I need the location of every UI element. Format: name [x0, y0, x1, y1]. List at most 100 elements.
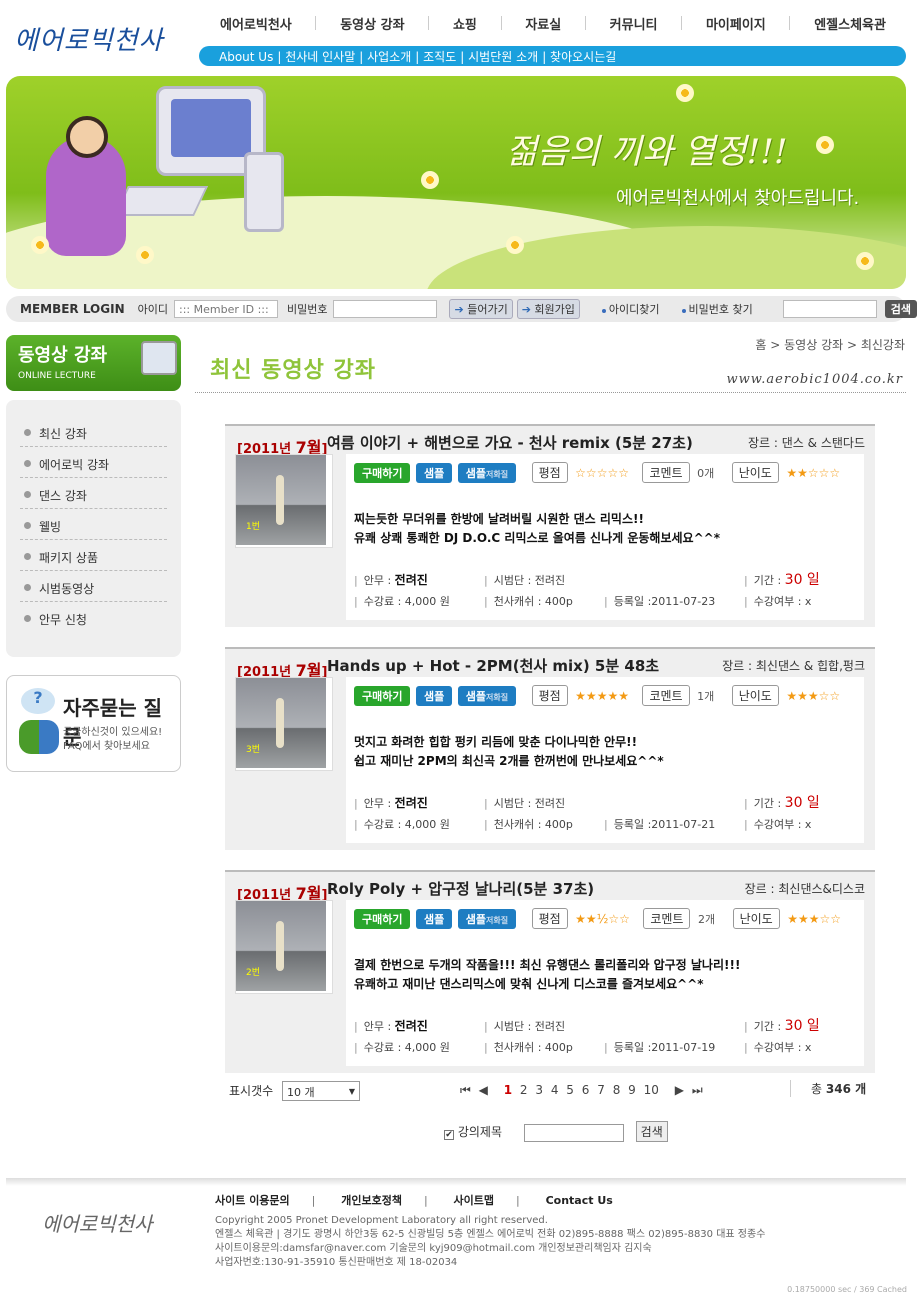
lecture-search-button[interactable]: 검색: [635, 1121, 668, 1142]
flower-icon: [421, 171, 439, 189]
monitor-icon: [141, 341, 177, 375]
choreo-value: 전려진: [394, 796, 428, 810]
status-value: x: [804, 818, 812, 831]
arrow-right-icon: ➔: [521, 303, 531, 316]
rating-label: 평점: [531, 685, 568, 706]
nav-item-gym[interactable]: 엔젤스체육관: [814, 14, 886, 38]
lecture-thumbnail[interactable]: 3번: [235, 677, 333, 771]
fee-value: 4,000 원: [404, 818, 450, 831]
first-page-icon[interactable]: ⏮: [460, 1083, 471, 1097]
site-search-button[interactable]: 검색: [884, 300, 917, 318]
subnav-org-chart[interactable]: 조직도: [423, 50, 456, 64]
faq-line2: FAQ에서 찾아보세요: [63, 741, 150, 752]
page-link[interactable]: 7: [597, 1083, 605, 1097]
footer-link-contact[interactable]: Contact Us: [546, 1194, 613, 1207]
buy-button[interactable]: 구매하기: [354, 463, 411, 483]
next-page-icon[interactable]: ▶: [675, 1083, 684, 1097]
sample-low-button[interactable]: 샘플저화질: [457, 463, 517, 483]
lecture-search-input[interactable]: [523, 1123, 624, 1142]
low-quality-label: 저화질: [485, 916, 509, 925]
people-icon: [19, 720, 59, 754]
page-link-current[interactable]: 1: [504, 1083, 512, 1097]
footer-link-sitemap[interactable]: 사이트맵: [454, 1194, 494, 1207]
buy-button[interactable]: 구매하기: [354, 686, 411, 706]
subnav-greeting[interactable]: 천사네 인사말: [285, 50, 355, 64]
page-link[interactable]: 3: [535, 1083, 543, 1097]
page-link[interactable]: 9: [628, 1083, 636, 1097]
bullet-icon: [24, 460, 31, 467]
lecture-thumbnail[interactable]: 1번: [235, 454, 333, 548]
menu-item-latest[interactable]: 최신 강좌: [20, 416, 167, 447]
lecture-title[interactable]: Roly Poly + 압구정 날나리(5분 37초): [327, 878, 594, 899]
menu-item-demo-video[interactable]: 시범동영상: [20, 571, 167, 602]
nav-item-about[interactable]: 에어로빅천사: [220, 14, 292, 38]
find-id-link[interactable]: 아이디찾기: [600, 301, 660, 317]
nav-item-data[interactable]: 자료실: [525, 14, 561, 38]
bullet-icon: [24, 615, 31, 622]
sample-low-button[interactable]: 샘플저화질: [457, 686, 517, 706]
menu-item-dance[interactable]: 댄스 강좌: [20, 478, 167, 509]
total-count: 총 346 개: [790, 1080, 866, 1097]
bullet-icon: [24, 522, 31, 529]
comment-button[interactable]: 코멘트: [643, 908, 691, 929]
fee-value: 4,000 원: [404, 595, 450, 608]
subnav-about-us[interactable]: About Us: [219, 50, 273, 64]
nav-item-lecture[interactable]: 동영상 강좌: [340, 14, 404, 38]
page-link[interactable]: 8: [613, 1083, 621, 1097]
buy-button[interactable]: 구매하기: [354, 909, 411, 929]
title-checkbox[interactable]: ✔: [444, 1130, 454, 1140]
page-link[interactable]: 6: [582, 1083, 590, 1097]
footer-link-inquiry[interactable]: 사이트 이용문의: [215, 1194, 290, 1207]
rating-label: 평점: [531, 462, 568, 483]
menu-item-wellbeing[interactable]: 웰빙: [20, 509, 167, 540]
nav-item-shop[interactable]: 쇼핑: [453, 14, 477, 38]
page-link[interactable]: 4: [551, 1083, 559, 1097]
demo-team: 시범단 : 전려진: [484, 1016, 565, 1037]
bullet-icon: [24, 429, 31, 436]
sample-low-button[interactable]: 샘플저화질: [457, 909, 517, 929]
login-button[interactable]: ➔ 들어가기: [449, 299, 513, 319]
nav-item-community[interactable]: 커뮤니티: [610, 14, 658, 38]
sample-button[interactable]: 샘플: [415, 463, 453, 483]
lecture-genre: 장르 : 댄스 & 스탠다드: [748, 434, 865, 451]
per-page-select[interactable]: 10 개 ▼: [282, 1081, 360, 1101]
keyboard-illustration: [114, 186, 208, 216]
lecture-title[interactable]: Hands up + Hot - 2PM(천사 mix) 5분 48초: [327, 655, 659, 676]
find-password-link[interactable]: 비밀번호 찾기: [680, 301, 753, 317]
page-link[interactable]: 10: [644, 1083, 659, 1097]
lecture-thumbnail[interactable]: 2번: [235, 900, 333, 994]
member-login-label: MEMBER LOGIN: [20, 302, 125, 316]
subnav-demo-team[interactable]: 시범단원 소개: [468, 50, 538, 64]
page-link[interactable]: 5: [566, 1083, 574, 1097]
menu-item-package[interactable]: 패키지 상품: [20, 540, 167, 571]
lecture-title[interactable]: 여름 이야기 + 해변으로 가요 - 천사 remix (5분 27초): [327, 432, 693, 453]
site-logo[interactable]: 에어로빅천사: [14, 20, 164, 57]
menu-item-choreo-request[interactable]: 안무 신청: [20, 602, 167, 633]
page-link[interactable]: 2: [520, 1083, 528, 1097]
site-search-input[interactable]: [782, 300, 877, 318]
footer-link-privacy[interactable]: 개인보호정책: [341, 1194, 402, 1207]
site-url: www.aerobic1004.co.kr: [726, 372, 903, 387]
menu-item-aerobic[interactable]: 에어로빅 강좌: [20, 447, 167, 478]
nav-item-mypage[interactable]: 마이페이지: [706, 14, 766, 38]
comment-button[interactable]: 코멘트: [642, 462, 690, 483]
faq-banner[interactable]: ? 자주묻는 질문 궁금하신것이 있으세요! FAQ에서 찾아보세요: [6, 675, 181, 772]
lecture-item: [2011년 7월] Hands up + Hot - 2PM(천사 mix) …: [225, 647, 875, 850]
last-page-icon[interactable]: ⏭: [692, 1083, 703, 1097]
description-line2: 유쾌 상쾌 통쾌한 DJ D.O.C 리믹스로 올여름 신나게 운동해보세요^^…: [354, 531, 720, 545]
join-button[interactable]: ➔ 회원가입: [516, 299, 580, 319]
choreographer: 안무 : 전려진: [354, 1016, 428, 1037]
bullet-icon: [681, 309, 686, 313]
comment-button[interactable]: 코멘트: [642, 685, 690, 706]
subnav-directions[interactable]: 찾아오시는길: [550, 50, 616, 64]
member-id-input[interactable]: [174, 300, 278, 318]
subnav-business[interactable]: 사업소개: [367, 50, 411, 64]
prev-page-icon[interactable]: ◀: [479, 1083, 488, 1097]
sample-button[interactable]: 샘플: [415, 909, 453, 929]
low-quality-label: 저화질: [485, 470, 509, 479]
choreographer: 안무 : 전려진: [354, 570, 428, 591]
sample-button[interactable]: 샘플: [415, 686, 453, 706]
bullet-icon: [24, 584, 31, 591]
lecture-item: [2011년 7월] Roly Poly + 압구정 날나리(5분 37초) 장…: [225, 870, 875, 1073]
password-input[interactable]: [333, 300, 438, 318]
